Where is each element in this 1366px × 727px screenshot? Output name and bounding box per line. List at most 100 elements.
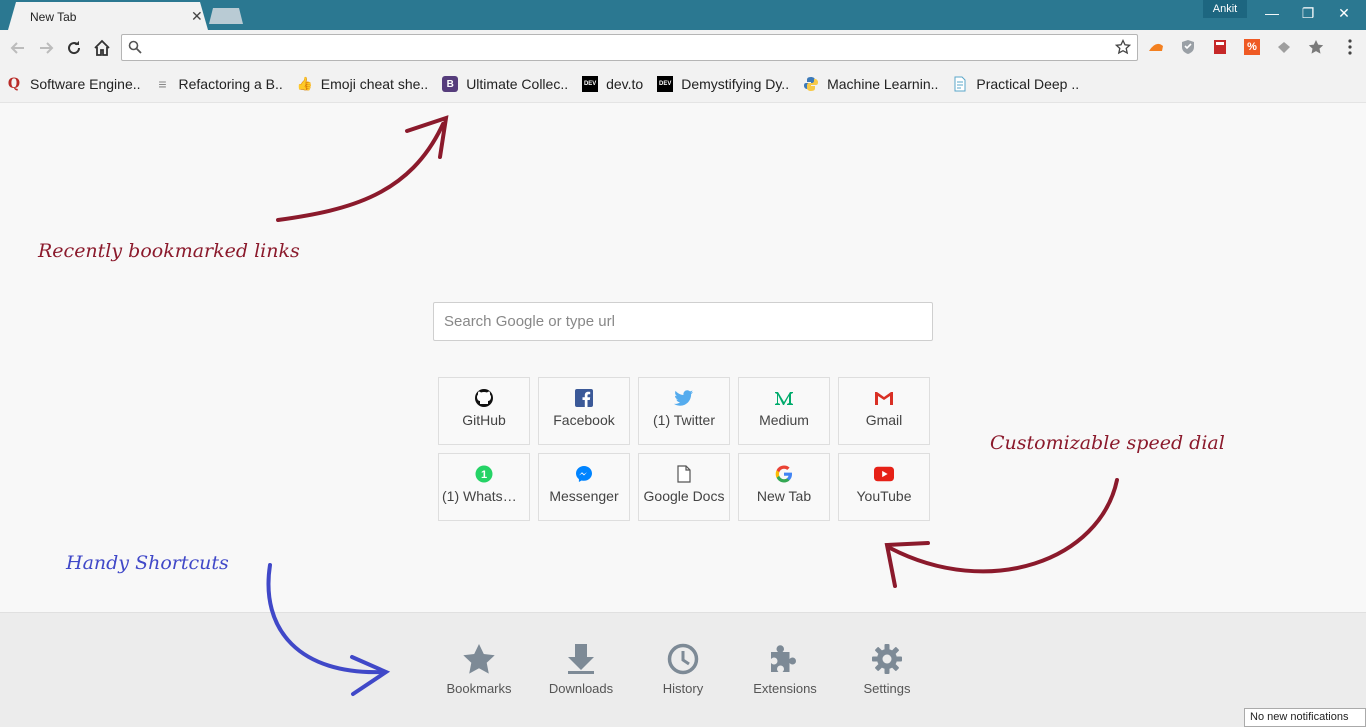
slider-extension-icon[interactable]	[1148, 39, 1164, 55]
bookmark-label: Practical Deep ..	[976, 76, 1080, 92]
toolbar: %	[0, 30, 1366, 66]
profile-button[interactable]: Ankit	[1203, 0, 1247, 18]
shortcut-settings[interactable]: Settings	[842, 643, 932, 696]
python-icon	[803, 76, 819, 92]
bookmark-item[interactable]: DEV dev.to	[582, 76, 643, 92]
home-button[interactable]	[91, 37, 113, 59]
bookmarks-bar: Q Software Engine.. ≡ Refactoring a B.. 👍 E…	[0, 66, 1366, 103]
bookmark-item[interactable]: Q Software Engine..	[6, 76, 141, 92]
tile-label: Google Docs	[643, 488, 725, 504]
shortcut-label: History	[662, 681, 704, 696]
shortcut-extensions[interactable]: Extensions	[740, 643, 830, 696]
shortcut-bookmarks[interactable]: Bookmarks	[434, 643, 524, 696]
close-window-button[interactable]: ✕	[1322, 0, 1366, 26]
speed-dial-tile[interactable]: Medium	[738, 377, 830, 445]
reload-button[interactable]	[63, 37, 85, 59]
omnibox[interactable]	[121, 34, 1138, 61]
search-icon	[128, 40, 142, 54]
annotation-shortcuts: Handy Shortcuts	[66, 552, 229, 574]
new-tab-button[interactable]	[209, 8, 243, 24]
page-icon	[952, 76, 968, 92]
tab-strip: New Tab ✕ Ankit — ❐ ✕	[0, 0, 1366, 30]
speed-dial-tile[interactable]: YouTube	[838, 453, 930, 521]
thumbs-up-icon: 👍	[296, 76, 313, 91]
medium-icon	[774, 388, 794, 408]
tile-label: (1) WhatsApp	[442, 488, 526, 504]
download-icon	[568, 644, 594, 674]
star-icon	[463, 644, 495, 674]
bookmark-label: Ultimate Collec..	[466, 76, 569, 92]
forward-button[interactable]	[35, 37, 57, 59]
back-button[interactable]	[7, 37, 29, 59]
facebook-icon	[574, 388, 594, 408]
tile-label: (1) Twitter	[653, 412, 715, 428]
gmail-icon	[874, 388, 894, 408]
svg-text:1: 1	[481, 469, 487, 481]
tile-label: Messenger	[549, 488, 619, 504]
google-icon	[774, 464, 794, 484]
speed-dial-tile[interactable]: Messenger	[538, 453, 630, 521]
shortcut-label: Downloads	[548, 681, 614, 696]
puzzle-icon	[771, 645, 796, 672]
document-icon	[674, 464, 694, 484]
shortcut-history[interactable]: History	[638, 643, 728, 696]
bookmark-item[interactable]: 👍 Emoji cheat she..	[297, 76, 428, 92]
speed-dial-tile[interactable]: (1) Twitter	[638, 377, 730, 445]
tile-label: Gmail	[865, 412, 903, 428]
shortcut-label: Bookmarks	[446, 681, 512, 696]
forward-arrow-icon	[40, 42, 54, 54]
tile-label: Medium	[759, 412, 809, 428]
tab-close-icon[interactable]: ✕	[191, 8, 203, 25]
star-extension-icon[interactable]	[1308, 39, 1324, 55]
menu-icon[interactable]	[1342, 39, 1358, 55]
cloud-extension-icon[interactable]	[1276, 39, 1292, 55]
bootstrap-icon: B	[442, 76, 459, 92]
speed-dial-tile[interactable]: Google Docs	[638, 453, 730, 521]
speed-dial-tile[interactable]: Facebook	[538, 377, 630, 445]
shortcut-label: Extensions	[753, 681, 817, 696]
shortcut-label: Settings	[863, 681, 911, 696]
clock-icon	[667, 643, 699, 675]
speed-dial-tile[interactable]: GitHub	[438, 377, 530, 445]
percent-extension-icon[interactable]: %	[1244, 39, 1260, 55]
shield-extension-icon[interactable]	[1180, 39, 1196, 55]
bookmark-label: Refactoring a B..	[178, 76, 283, 92]
quora-icon: Q	[7, 76, 21, 92]
tile-label: New Tab	[756, 488, 812, 504]
bookmark-star-icon[interactable]	[1115, 39, 1131, 55]
annotation-speed-dial: Customizable speed dial	[990, 432, 1225, 454]
list-icon: ≡	[158, 76, 167, 92]
arrow-to-bookmarks	[276, 115, 449, 222]
reload-icon	[68, 41, 81, 55]
bookmark-label: Demystifying Dy..	[681, 76, 790, 92]
dev-icon: DEV	[657, 76, 674, 92]
tab-new-tab[interactable]: New Tab ✕	[8, 2, 208, 30]
messenger-icon	[574, 464, 594, 484]
bookmark-item[interactable]: B Ultimate Collec..	[442, 76, 568, 92]
google-search-box[interactable]	[433, 302, 933, 341]
tab-title: New Tab	[30, 10, 77, 24]
address-input[interactable]	[146, 37, 1106, 58]
tile-label: GitHub	[462, 412, 506, 428]
notification-toast[interactable]: No new notifications	[1244, 708, 1366, 727]
whatsapp-icon: 1	[474, 464, 494, 484]
bookmark-item[interactable]: Machine Learnin..	[803, 76, 938, 92]
bookmark-label: dev.to	[606, 76, 644, 92]
home-icon	[94, 39, 110, 56]
speed-dial-tile[interactable]: 1 (1) WhatsApp	[438, 453, 530, 521]
book-extension-icon[interactable]	[1212, 39, 1228, 55]
search-input[interactable]	[434, 303, 932, 340]
bookmark-item[interactable]: Practical Deep ..	[952, 76, 1079, 92]
speed-dial-tile[interactable]: Gmail	[838, 377, 930, 445]
bookmark-label: Machine Learnin..	[827, 76, 939, 92]
shortcuts-bar: Bookmarks Downloads History Extensions S…	[0, 612, 1366, 727]
bookmark-item[interactable]: DEV Demystifying Dy..	[657, 76, 789, 92]
annotation-bookmarks: Recently bookmarked links	[38, 240, 300, 262]
back-arrow-icon	[10, 42, 24, 54]
twitter-icon	[674, 388, 694, 408]
speed-dial-tile[interactable]: New Tab	[738, 453, 830, 521]
speed-dial: GitHub Facebook (1) Twitter Medium Gmail…	[438, 377, 932, 521]
bookmark-item[interactable]: ≡ Refactoring a B..	[155, 76, 283, 92]
shortcut-downloads[interactable]: Downloads	[536, 643, 626, 696]
tile-label: YouTube	[856, 488, 912, 504]
